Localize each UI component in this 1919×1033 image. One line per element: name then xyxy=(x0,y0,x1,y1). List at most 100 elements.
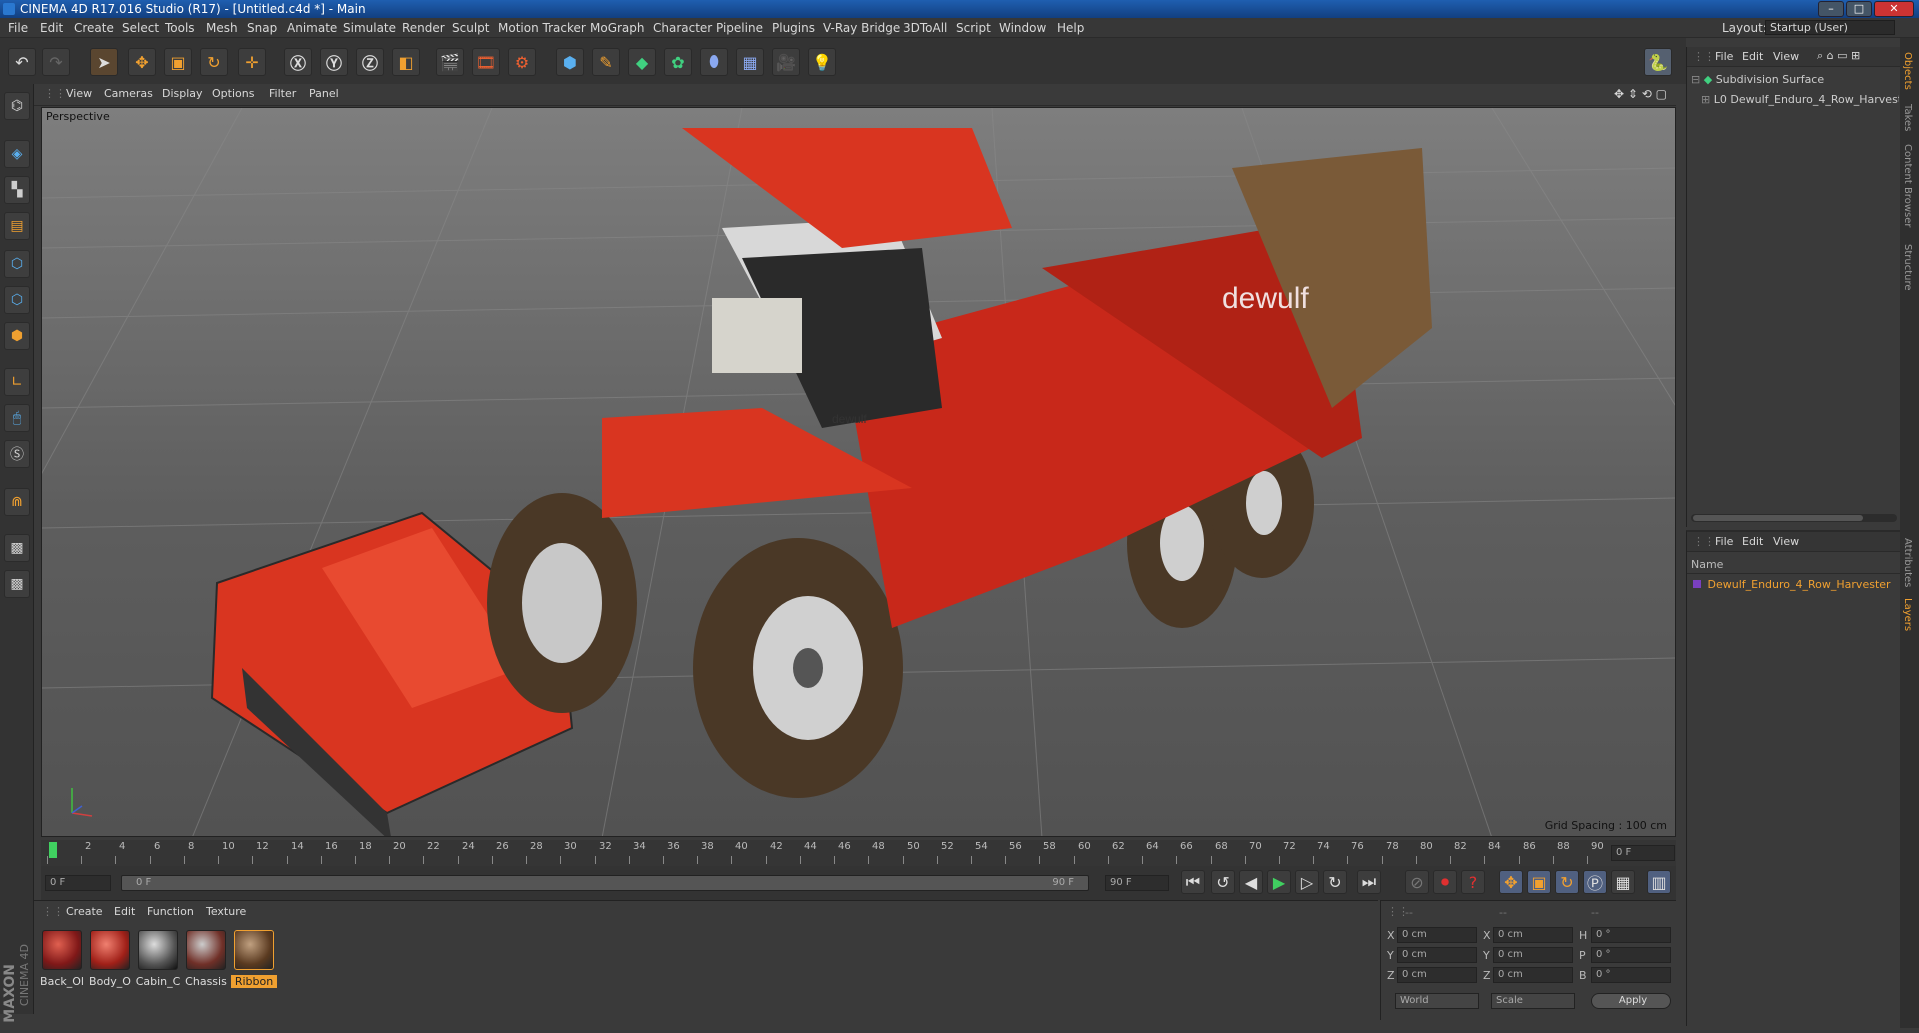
viewport-menu-cameras[interactable]: Cameras xyxy=(104,87,153,100)
snap-icon[interactable]: Ⓢ xyxy=(4,440,30,468)
goto-end-icon[interactable]: ⏭ xyxy=(1357,870,1381,894)
collapse-icon[interactable]: ⊟ xyxy=(1691,73,1700,86)
menu-simulate[interactable]: Simulate xyxy=(343,21,396,35)
drag-handle-icon[interactable]: ⋮⋮ xyxy=(42,905,64,918)
menu-vray-bridge[interactable]: V-Ray Bridge xyxy=(823,21,900,35)
live-selection-icon[interactable]: ✛ xyxy=(238,48,266,76)
scale-icon[interactable]: ▣ xyxy=(164,48,192,76)
tab-layers[interactable]: Layers xyxy=(1902,598,1913,631)
viewport-menu-view[interactable]: View xyxy=(66,87,92,100)
viewport-perspective[interactable]: dewulf dewulf Perspective Grid Spacing :… xyxy=(41,107,1676,837)
mat-menu-function[interactable]: Function xyxy=(147,905,194,918)
undo-icon[interactable]: ↶ xyxy=(8,48,36,76)
autokey-icon[interactable]: ? xyxy=(1461,870,1485,894)
object-row-subdivision[interactable]: ⊟ ◆ Subdivision Surface xyxy=(1691,73,1897,89)
tab-content-browser[interactable]: Content Browser xyxy=(1902,144,1913,227)
expand-icon[interactable]: ⊞ xyxy=(1701,93,1710,106)
menu-pipeline[interactable]: Pipeline xyxy=(716,21,763,35)
texture-mode-icon[interactable]: ▚ xyxy=(4,176,30,204)
render-view-icon[interactable]: 🎬 xyxy=(436,48,464,76)
coordinate-system-icon[interactable]: ◧ xyxy=(392,48,420,76)
playhead[interactable] xyxy=(49,842,57,858)
layout-select[interactable]: Startup (User) xyxy=(1765,20,1895,35)
menu-sculpt[interactable]: Sculpt xyxy=(452,21,489,35)
rot-p-field[interactable]: 0 ° xyxy=(1591,947,1671,963)
drag-handle-icon[interactable]: ⋮⋮ xyxy=(1693,535,1715,548)
tab-structure[interactable]: Structure xyxy=(1902,244,1913,291)
render-settings-icon[interactable]: ⚙ xyxy=(508,48,536,76)
light-icon[interactable]: 💡 xyxy=(808,48,836,76)
material-swatch[interactable] xyxy=(42,930,82,970)
menu-render[interactable]: Render xyxy=(402,21,445,35)
magnet-icon[interactable]: ⋒ xyxy=(4,488,30,516)
model-mode-icon[interactable]: ◈ xyxy=(4,140,30,168)
search-icon[interactable]: ⌕ ⌂ ▭ ⊞ xyxy=(1817,49,1860,63)
drag-handle-icon[interactable]: ⋮⋮ xyxy=(44,87,66,100)
layer-color-swatch[interactable] xyxy=(1693,580,1701,588)
obj-menu-edit[interactable]: Edit xyxy=(1742,50,1763,63)
next-key-icon[interactable]: ↻ xyxy=(1323,870,1347,894)
key-pla-icon[interactable]: ▦ xyxy=(1611,870,1635,894)
rotate-icon[interactable]: ↻ xyxy=(200,48,228,76)
layer-row[interactable]: Dewulf_Enduro_4_Row_Harvester xyxy=(1693,578,1899,594)
menu-help[interactable]: Help xyxy=(1057,21,1084,35)
obj-menu-file[interactable]: File xyxy=(1715,50,1733,63)
tab-attributes[interactable]: Attributes xyxy=(1902,538,1913,587)
coord-mode-select[interactable]: World xyxy=(1395,993,1479,1009)
key-scale-icon[interactable]: ▣ xyxy=(1527,870,1551,894)
frame-range-slider[interactable]: 0 F 90 F xyxy=(121,875,1089,891)
goto-start-icon[interactable]: ⏮ xyxy=(1181,870,1205,894)
redo-icon[interactable]: ↷ xyxy=(42,48,70,76)
size-z-field[interactable]: 0 cm xyxy=(1493,967,1573,983)
material-swatch[interactable] xyxy=(186,930,226,970)
menu-character[interactable]: Character xyxy=(653,21,712,35)
pos-z-field[interactable]: 0 cm xyxy=(1397,967,1477,983)
obj-menu-view[interactable]: View xyxy=(1773,50,1799,63)
lock-workplane-icon[interactable]: ▩ xyxy=(4,534,30,562)
material-swatch[interactable] xyxy=(138,930,178,970)
key-rotation-icon[interactable]: ↻ xyxy=(1555,870,1579,894)
scrollbar-thumb[interactable] xyxy=(1693,515,1863,521)
layer-menu-edit[interactable]: Edit xyxy=(1742,535,1763,548)
menu-file[interactable]: File xyxy=(8,21,28,35)
menu-snap[interactable]: Snap xyxy=(247,21,277,35)
next-frame-icon[interactable]: ▷ xyxy=(1295,870,1319,894)
end-frame-field[interactable]: 90 F xyxy=(1105,875,1169,891)
prev-frame-icon[interactable]: ◀ xyxy=(1239,870,1263,894)
current-frame-field[interactable]: 0 F xyxy=(1611,845,1675,861)
apply-button[interactable]: Apply xyxy=(1591,993,1671,1009)
viewport-menu-options[interactable]: Options xyxy=(212,87,254,100)
x-axis-icon[interactable]: Ⓧ xyxy=(284,48,312,76)
floor-icon[interactable]: ▦ xyxy=(736,48,764,76)
subdivision-icon[interactable]: ◆ xyxy=(628,48,656,76)
tab-takes[interactable]: Takes xyxy=(1902,104,1913,131)
camera-icon[interactable]: 🎥 xyxy=(772,48,800,76)
select-arrow-icon[interactable]: ➤ xyxy=(90,48,118,76)
timeline-ruler[interactable]: 0246810121416182022242628303234363840424… xyxy=(41,840,1676,866)
layer-menu-file[interactable]: File xyxy=(1715,535,1733,548)
timeline-window-icon[interactable]: ▥ xyxy=(1647,870,1671,894)
pos-y-field[interactable]: 0 cm xyxy=(1397,947,1477,963)
viewport-menu-display[interactable]: Display xyxy=(162,87,203,100)
minimize-button[interactable]: – xyxy=(1818,1,1844,17)
axis-mode-icon[interactable]: ∟ xyxy=(4,368,30,396)
z-axis-icon[interactable]: Ⓩ xyxy=(356,48,384,76)
close-button[interactable]: ✕ xyxy=(1874,1,1914,17)
menu-create[interactable]: Create xyxy=(74,21,114,35)
rot-b-field[interactable]: 0 ° xyxy=(1591,967,1671,983)
prev-key-icon[interactable]: ↺ xyxy=(1211,870,1235,894)
workplane-icon[interactable]: ▤ xyxy=(4,212,30,240)
size-y-field[interactable]: 0 cm xyxy=(1493,947,1573,963)
material-swatch[interactable] xyxy=(90,930,130,970)
move-icon[interactable]: ✥ xyxy=(128,48,156,76)
menu-motion-tracker[interactable]: Motion Tracker xyxy=(498,21,586,35)
maximize-button[interactable]: □ xyxy=(1846,1,1872,17)
mat-menu-create[interactable]: Create xyxy=(66,905,103,918)
mat-menu-edit[interactable]: Edit xyxy=(114,905,135,918)
cube-icon[interactable]: ⬢ xyxy=(556,48,584,76)
size-x-field[interactable]: 0 cm xyxy=(1493,927,1573,943)
viewport-menu-panel[interactable]: Panel xyxy=(309,87,339,100)
menu-plugins[interactable]: Plugins xyxy=(772,21,815,35)
play-icon[interactable]: ▶ xyxy=(1267,870,1291,894)
record-icon[interactable]: ⏺ xyxy=(1433,870,1457,894)
